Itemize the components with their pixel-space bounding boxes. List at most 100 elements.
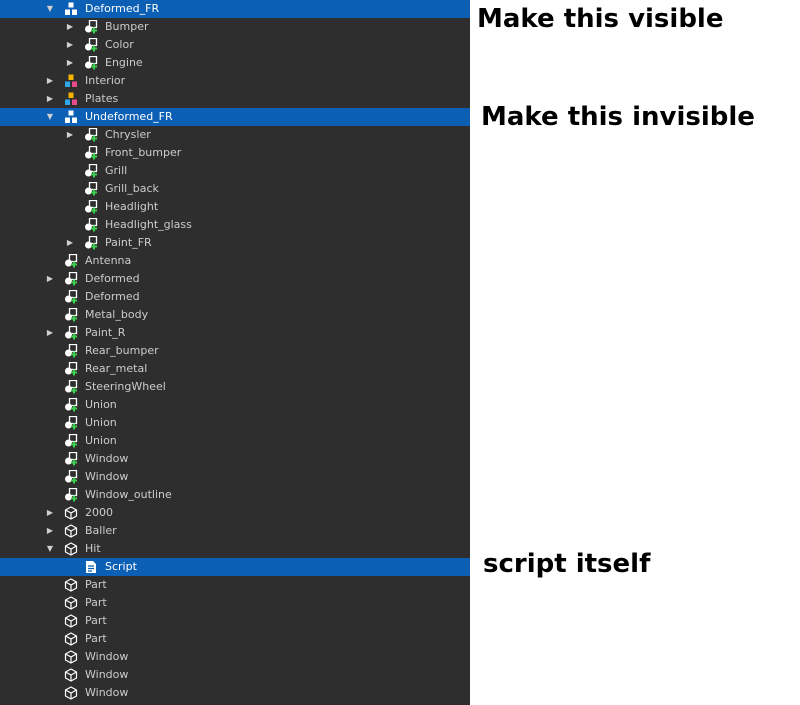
tree-row-label: Window xyxy=(85,452,129,465)
tree-row-grill[interactable]: Grill xyxy=(0,162,470,180)
part-icon xyxy=(64,668,78,682)
part-icon xyxy=(64,632,78,646)
tree-row-color[interactable]: ▶ Color xyxy=(0,36,470,54)
part-icon xyxy=(64,614,78,628)
folder-model-icon xyxy=(64,74,78,88)
tree-row-window-outline[interactable]: Window_outline xyxy=(0,486,470,504)
part-icon xyxy=(64,686,78,700)
tree-row-window[interactable]: Window xyxy=(0,468,470,486)
tree-row-undeformed-fr[interactable]: ▼ Undeformed_FR xyxy=(0,108,470,126)
tree-row-part[interactable]: Part xyxy=(0,594,470,612)
tree-row-label: Union xyxy=(85,434,117,447)
tree-row-antenna[interactable]: Antenna xyxy=(0,252,470,270)
union-icon xyxy=(84,163,98,178)
tree-row-paint-r[interactable]: ▶ Paint_R xyxy=(0,324,470,342)
folder-model-icon xyxy=(64,92,78,106)
expand-arrow-right-icon[interactable]: ▶ xyxy=(44,72,56,90)
tree-row-label: Baller xyxy=(85,524,117,537)
tree-row-hit[interactable]: ▼ Hit xyxy=(0,540,470,558)
expand-arrow-right-icon[interactable]: ▶ xyxy=(44,324,56,342)
tree-row-steeringwheel[interactable]: SteeringWheel xyxy=(0,378,470,396)
tree-row-label: Deformed xyxy=(85,272,140,285)
tree-row-label: Bumper xyxy=(105,20,149,33)
explorer-tree: ▼ Deformed_FR ▶ Bumper ▶ Color ▶ Engine ▶ Interio… xyxy=(0,0,470,702)
tree-row-part[interactable]: Part xyxy=(0,576,470,594)
expand-arrow-down-icon[interactable]: ▼ xyxy=(44,540,56,558)
tree-row-window[interactable]: Window xyxy=(0,648,470,666)
tree-row-2000[interactable]: ▶ 2000 xyxy=(0,504,470,522)
tree-row-chrysler[interactable]: ▶ Chrysler xyxy=(0,126,470,144)
expand-arrow-right-icon[interactable]: ▶ xyxy=(44,270,56,288)
tree-row-deformed[interactable]: ▶ Deformed xyxy=(0,270,470,288)
tree-row-rear-metal[interactable]: Rear_metal xyxy=(0,360,470,378)
tree-row-label: Window xyxy=(85,470,129,483)
annotation-make-invisible: Make this invisible xyxy=(481,102,755,132)
expand-arrow-right-icon[interactable]: ▶ xyxy=(44,522,56,540)
tree-row-label: Deformed_FR xyxy=(85,2,160,15)
tree-row-label: Union xyxy=(85,416,117,429)
union-icon xyxy=(84,19,98,34)
tree-row-window[interactable]: Window xyxy=(0,666,470,684)
tree-row-engine[interactable]: ▶ Engine xyxy=(0,54,470,72)
tree-row-window[interactable]: Window xyxy=(0,450,470,468)
part-icon xyxy=(64,542,78,556)
tree-row-bumper[interactable]: ▶ Bumper xyxy=(0,18,470,36)
expand-arrow-right-icon[interactable]: ▶ xyxy=(64,126,76,144)
tree-row-rear-bumper[interactable]: Rear_bumper xyxy=(0,342,470,360)
expand-arrow-right-icon[interactable]: ▶ xyxy=(64,18,76,36)
tree-row-label: Plates xyxy=(85,92,119,105)
tree-row-label: Part xyxy=(85,578,107,591)
tree-row-label: Paint_FR xyxy=(105,236,152,249)
tree-row-label: SteeringWheel xyxy=(85,380,166,393)
tree-row-grill-back[interactable]: Grill_back xyxy=(0,180,470,198)
tree-row-label: Script xyxy=(105,560,137,573)
tree-row-label: Rear_metal xyxy=(85,362,148,375)
tree-row-paint-fr[interactable]: ▶ Paint_FR xyxy=(0,234,470,252)
tree-row-script[interactable]: Script xyxy=(0,558,470,576)
annotation-make-visible: Make this visible xyxy=(477,4,724,34)
union-icon xyxy=(64,415,78,430)
expand-arrow-right-icon[interactable]: ▶ xyxy=(44,504,56,522)
explorer-panel: ▼ Deformed_FR ▶ Bumper ▶ Color ▶ Engine ▶ Interio… xyxy=(0,0,470,705)
tree-row-headlight[interactable]: Headlight xyxy=(0,198,470,216)
tree-row-label: Color xyxy=(105,38,134,51)
union-icon xyxy=(64,343,78,358)
tree-row-union[interactable]: Union xyxy=(0,414,470,432)
model-icon xyxy=(64,2,78,16)
tree-row-label: Engine xyxy=(105,56,143,69)
model-icon xyxy=(64,110,78,124)
tree-row-deformed-fr[interactable]: ▼ Deformed_FR xyxy=(0,0,470,18)
expand-arrow-right-icon[interactable]: ▶ xyxy=(64,234,76,252)
union-icon xyxy=(84,181,98,196)
tree-row-label: Metal_body xyxy=(85,308,149,321)
union-icon xyxy=(64,307,78,322)
tree-row-part[interactable]: Part xyxy=(0,612,470,630)
part-icon xyxy=(64,596,78,610)
tree-row-baller[interactable]: ▶ Baller xyxy=(0,522,470,540)
tree-row-metal-body[interactable]: Metal_body xyxy=(0,306,470,324)
tree-row-plates[interactable]: ▶ Plates xyxy=(0,90,470,108)
tree-row-deformed[interactable]: Deformed xyxy=(0,288,470,306)
script-icon xyxy=(84,560,98,574)
tree-row-window[interactable]: Window xyxy=(0,684,470,702)
expand-arrow-right-icon[interactable]: ▶ xyxy=(64,36,76,54)
union-icon xyxy=(84,37,98,52)
union-icon xyxy=(84,217,98,232)
expand-arrow-down-icon[interactable]: ▼ xyxy=(44,108,56,126)
tree-row-part[interactable]: Part xyxy=(0,630,470,648)
union-icon xyxy=(84,127,98,142)
tree-row-front-bumper[interactable]: Front_bumper xyxy=(0,144,470,162)
tree-row-headlight-glass[interactable]: Headlight_glass xyxy=(0,216,470,234)
expand-arrow-right-icon[interactable]: ▶ xyxy=(64,54,76,72)
annotation-script-itself: script itself xyxy=(483,549,651,579)
tree-row-union[interactable]: Union xyxy=(0,396,470,414)
tree-row-label: Grill_back xyxy=(105,182,159,195)
tree-row-label: Part xyxy=(85,632,107,645)
tree-row-interior[interactable]: ▶ Interior xyxy=(0,72,470,90)
expand-arrow-right-icon[interactable]: ▶ xyxy=(44,90,56,108)
tree-row-union[interactable]: Union xyxy=(0,432,470,450)
expand-arrow-down-icon[interactable]: ▼ xyxy=(44,0,56,18)
tree-row-label: Window xyxy=(85,650,129,663)
tree-row-label: Front_bumper xyxy=(105,146,182,159)
union-icon xyxy=(64,289,78,304)
